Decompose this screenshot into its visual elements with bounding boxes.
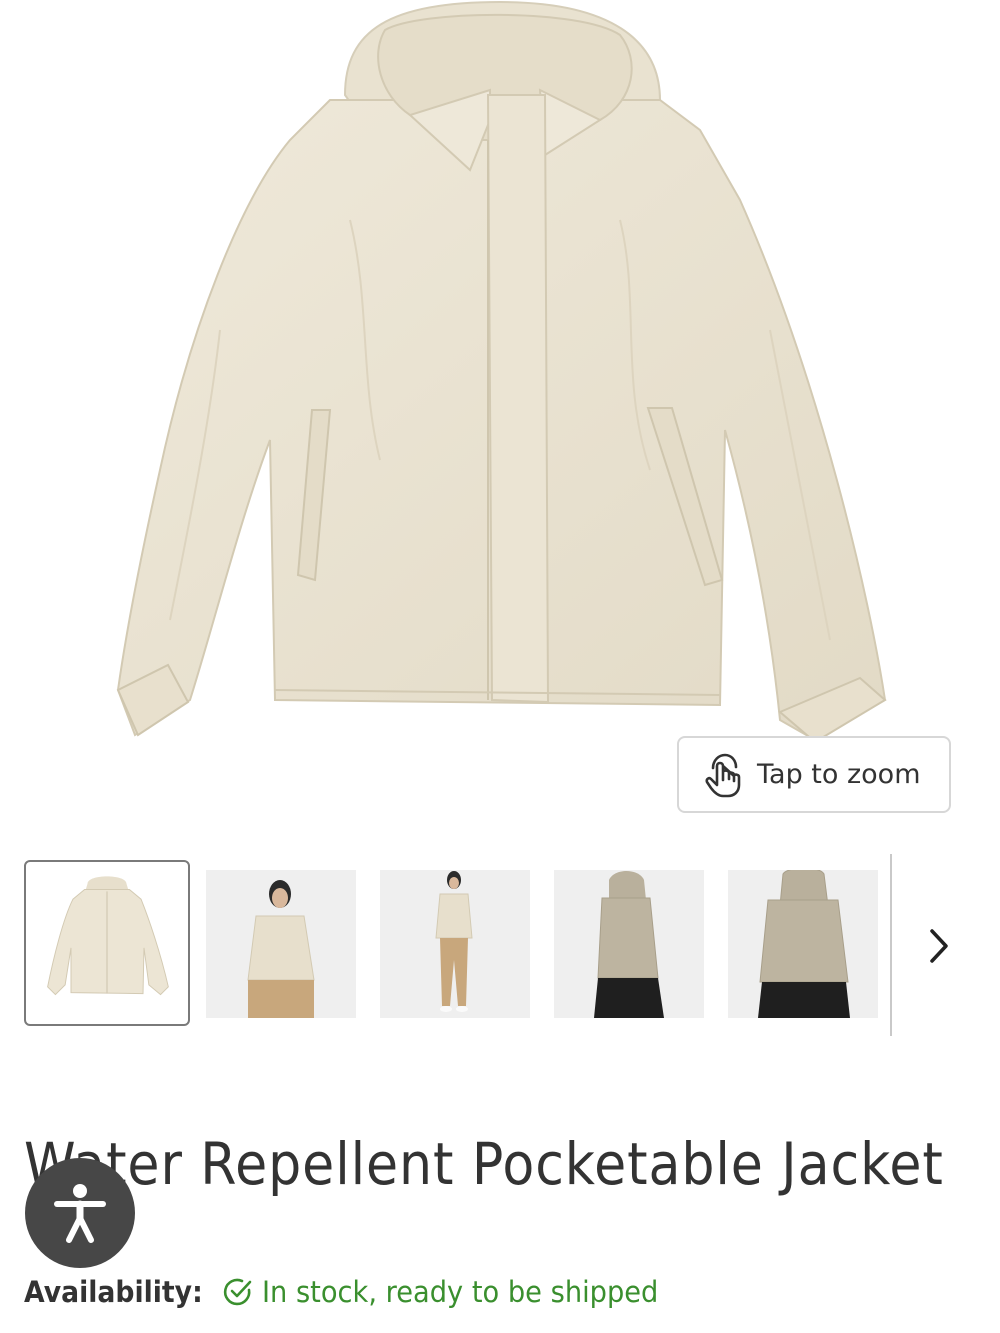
tap-to-zoom-button[interactable]: Tap to zoom bbox=[677, 736, 951, 813]
model-front-waist-up-thumbnail bbox=[206, 870, 356, 1018]
thumbnail-3[interactable] bbox=[380, 870, 530, 1018]
thumbnail-4[interactable] bbox=[554, 870, 704, 1018]
thumbnail-gallery bbox=[24, 854, 976, 1038]
check-circle-icon bbox=[224, 1278, 252, 1306]
gallery-next-button[interactable] bbox=[916, 916, 962, 976]
gallery-divider bbox=[890, 854, 892, 1036]
jacket-flat-thumbnail bbox=[47, 876, 169, 996]
chevron-right-icon bbox=[930, 929, 948, 963]
model-full-body-thumbnail bbox=[380, 870, 530, 1018]
accessibility-button[interactable] bbox=[25, 1158, 135, 1268]
tap-to-zoom-label: Tap to zoom bbox=[757, 759, 921, 790]
availability-label: Availability: bbox=[24, 1275, 203, 1309]
availability-row: Availability: In stock, ready to be ship… bbox=[24, 1270, 684, 1314]
thumbnail-5[interactable] bbox=[728, 870, 878, 1018]
product-title: Water Repellent Pocketable Jacket bbox=[24, 1130, 944, 1198]
accessibility-person-icon bbox=[54, 1184, 106, 1243]
thumbnail-1[interactable] bbox=[24, 860, 190, 1026]
tap-gesture-icon bbox=[705, 753, 741, 797]
model-back-view-thumbnail bbox=[728, 870, 878, 1018]
thumbnail-2[interactable] bbox=[206, 870, 356, 1018]
main-product-image[interactable] bbox=[0, 0, 1000, 830]
model-side-view-thumbnail bbox=[554, 870, 704, 1018]
jacket-illustration bbox=[116, 0, 887, 744]
availability-status: In stock, ready to be shipped bbox=[262, 1275, 659, 1309]
